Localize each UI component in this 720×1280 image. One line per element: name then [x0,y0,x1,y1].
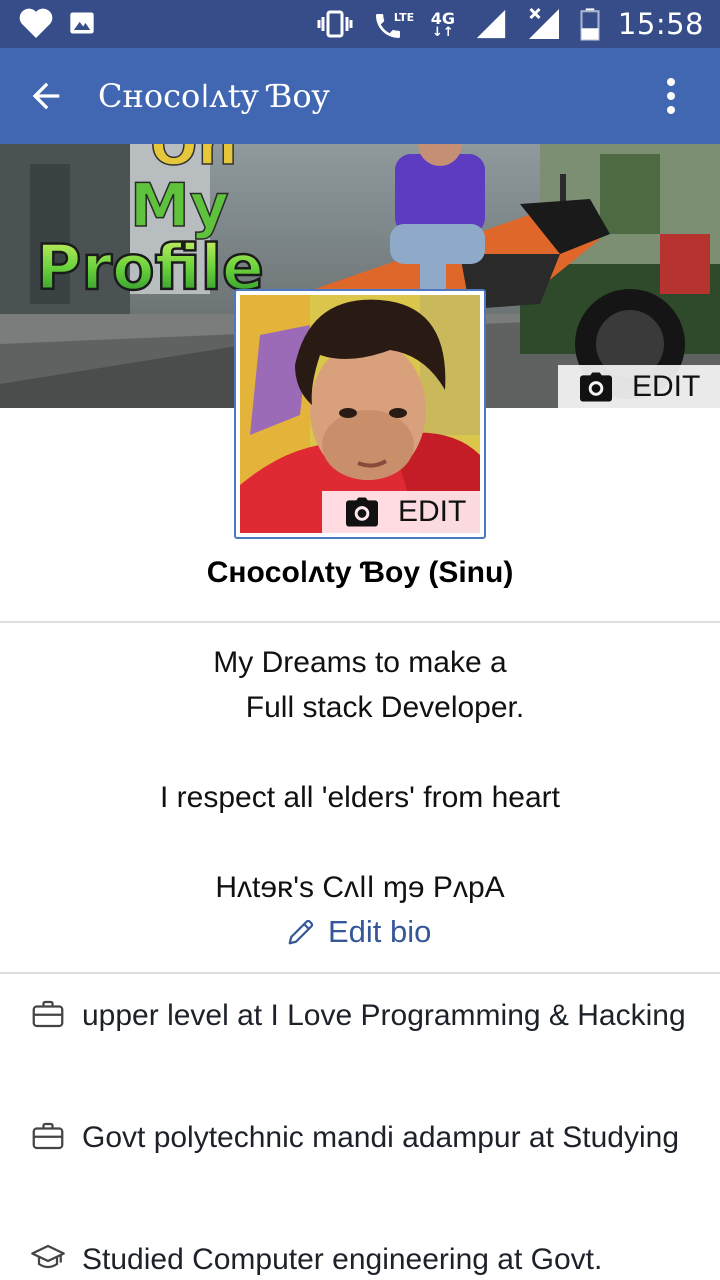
clock: 15:58 [617,7,704,41]
signal-icon [476,9,506,39]
back-arrow-icon[interactable] [26,76,66,116]
battery-icon [580,8,600,41]
bio-blank-line [0,820,720,865]
lte-call-icon: LTE [372,6,415,42]
cover-text-profile: Profile [36,231,264,304]
more-options-icon[interactable] [656,74,686,118]
image-notification-icon [70,12,94,34]
heart-notification-icon [19,8,53,38]
app-bar: Cʜocoǀʌty Ɓoy [0,48,720,144]
briefcase-icon [32,1122,64,1150]
edit-bio-button[interactable]: Edit bio [286,914,431,950]
profile-picture[interactable]: EDIT [234,289,486,539]
camera-icon [346,497,378,527]
avatar-edit-button[interactable]: EDIT [322,491,480,533]
profile-name: Cʜocoǀʌty Ɓoy (Sinu) [206,556,514,589]
cover-edit-button[interactable]: EDIT [558,365,720,408]
graduation-cap-icon [31,1244,65,1269]
bio-line: Full stack Developer. [245,691,525,724]
pencil-icon [288,919,314,945]
divider [0,621,720,623]
briefcase-icon [32,1000,64,1028]
intro-item-text: Govt polytechnic mandi adampur at Studyi… [82,1121,679,1154]
intro-item-text: upper level at I Love Programming & Hack… [82,999,686,1032]
edit-bio-label: Edit bio [328,914,432,949]
app-bar-title: Cʜocoǀʌty Ɓoy [98,77,330,115]
cover-edit-label: EDIT [632,369,701,403]
divider [0,972,720,974]
vibrate-icon [317,10,353,38]
network-type: 4G ↓↑ [430,9,456,40]
lte-label: LTE [393,11,415,24]
bio-line: Hʌtɘʀ's Cʌǀǀ ɱɘ PʌpA [215,871,505,904]
signal-no-data-icon [528,7,559,39]
status-bar: LTE 4G ↓↑ 15:58 [0,0,720,48]
camera-icon [580,371,612,402]
bio-blank-line [0,730,720,775]
intro-item-text: Studied Computer engineering at Govt. [82,1243,603,1276]
bio-line: My Dreams to make a [213,646,507,679]
avatar-edit-label: EDIT [398,495,467,528]
bio-text: My Dreams to make a Full stack Developer… [0,640,720,910]
bio-line: I respect all 'elders' from heart [160,781,560,814]
